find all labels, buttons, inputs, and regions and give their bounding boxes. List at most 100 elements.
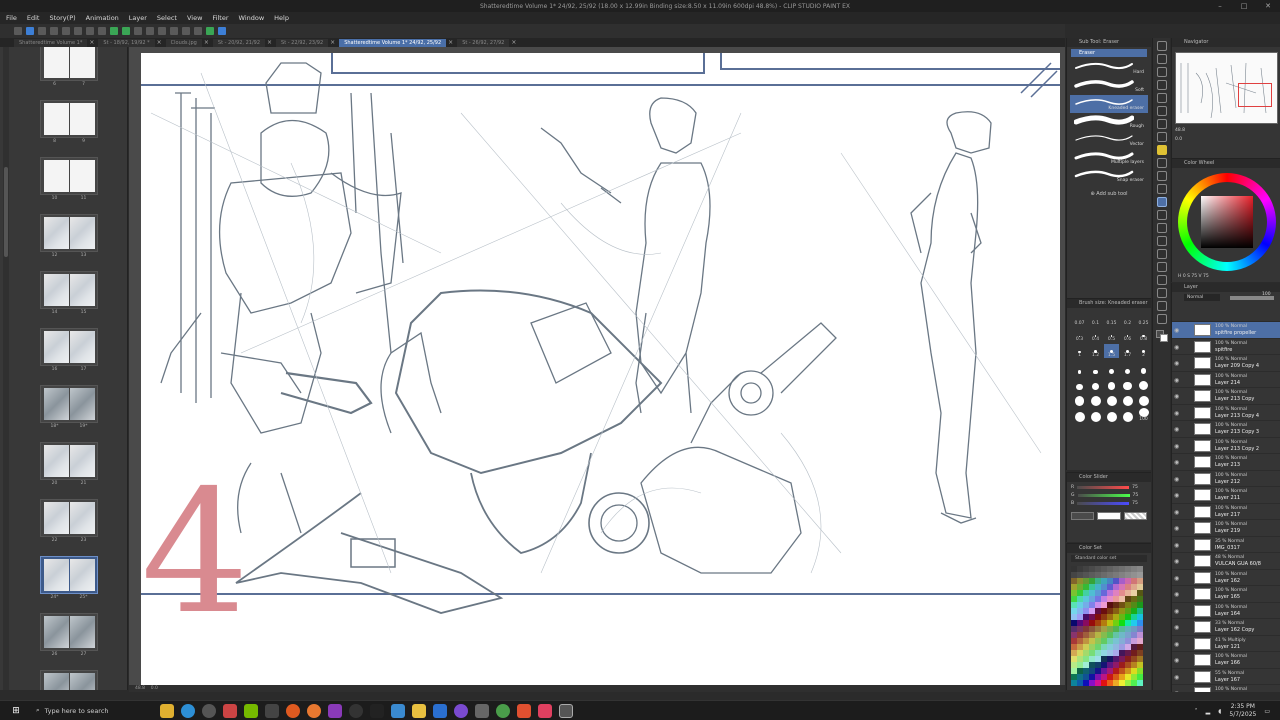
document-tab[interactable]: Clouds.jpg: [165, 38, 202, 47]
color-set-dropdown[interactable]: Standard color set: [1071, 555, 1147, 562]
layer-row[interactable]: ◉ 100 % Normal Layer 209 Copy 4: [1172, 355, 1280, 372]
eye-icon[interactable]: ◉: [1174, 377, 1179, 384]
eye-icon[interactable]: ◉: [1174, 492, 1179, 499]
brave-icon[interactable]: [517, 703, 531, 718]
brush-size-option[interactable]: [1120, 360, 1135, 374]
brush-size-option[interactable]: 100: [1136, 408, 1151, 422]
widgets-icon[interactable]: [160, 703, 174, 718]
eye-icon[interactable]: ◉: [1174, 558, 1179, 565]
eraser-tool-icon[interactable]: [1156, 197, 1167, 207]
airbrush-tool-icon[interactable]: [1156, 171, 1167, 181]
maximize-icon[interactable]: □: [1232, 0, 1256, 12]
page-thumbnail[interactable]: 10 11: [40, 157, 98, 201]
eye-icon[interactable]: ◉: [1174, 542, 1179, 549]
layer-row[interactable]: ◉100 % NormalLayer 168: [1172, 685, 1280, 692]
layer-row[interactable]: ◉ 100 % Normal Layer 214: [1172, 372, 1280, 388]
firefox-icon[interactable]: [307, 703, 321, 718]
layer-row[interactable]: ◉ 100 % Normal Layer 211: [1172, 487, 1280, 504]
brush-size-option[interactable]: 0.3: [1072, 328, 1087, 342]
document-tab[interactable]: St - 18/92, 19/92 *: [98, 38, 155, 47]
brush-size-option[interactable]: [1088, 376, 1103, 390]
eye-icon[interactable]: ◉: [1174, 393, 1179, 400]
slider-track[interactable]: [1077, 494, 1130, 497]
menu-item-window[interactable]: Window: [239, 14, 265, 22]
edge-icon[interactable]: [181, 703, 195, 718]
slider-track[interactable]: [1077, 502, 1130, 505]
explorer-icon[interactable]: [412, 703, 426, 718]
nvidia-icon[interactable]: [244, 703, 258, 718]
music-icon[interactable]: [538, 703, 552, 718]
layer-row[interactable]: ◉ 41 % Multiply Layer 121: [1172, 636, 1280, 652]
color-icon[interactable]: [110, 27, 118, 35]
app-icon[interactable]: [223, 703, 237, 718]
menu-item-animation[interactable]: Animation: [86, 14, 119, 22]
correct-line-tool-icon[interactable]: [1156, 314, 1167, 324]
pencil-tool-icon[interactable]: [1156, 145, 1167, 155]
ruler-tool-icon[interactable]: [1156, 275, 1167, 285]
subtool-hard[interactable]: Hard: [1070, 59, 1148, 77]
page-thumbnail[interactable]: 14 15: [40, 271, 98, 315]
app-icon-6[interactable]: [454, 703, 468, 718]
color-palette[interactable]: [1071, 566, 1147, 686]
brush-tool-icon[interactable]: [1156, 158, 1167, 168]
lasso-tool-icon[interactable]: [1156, 93, 1167, 103]
minimize-icon[interactable]: –: [1208, 0, 1232, 12]
onenote-icon[interactable]: [328, 703, 342, 718]
layer-row[interactable]: ◉ 100 % Normal Layer 162: [1172, 570, 1280, 586]
menu-item-layer[interactable]: Layer: [129, 14, 147, 22]
taskbar-search[interactable]: ⌕ Type here to search: [30, 703, 140, 719]
palette-swatch[interactable]: [1137, 680, 1143, 686]
windows-start-icon[interactable]: ⊞: [6, 706, 26, 716]
eye-icon[interactable]: ◉: [1174, 591, 1179, 598]
gradient-tool-icon[interactable]: [1156, 236, 1167, 246]
main-sub-color-icon[interactable]: [1155, 330, 1168, 342]
document-tab[interactable]: Shatteredtime Volume 1* 24/92, 25/92: [339, 38, 447, 47]
document-tab[interactable]: St - 26/92, 27/92: [457, 38, 510, 47]
brush-size-option[interactable]: 0.1: [1088, 312, 1103, 326]
auto-select-tool-icon[interactable]: [1156, 106, 1167, 116]
eye-icon[interactable]: ◉: [1174, 641, 1179, 648]
eye-icon[interactable]: ◉: [1174, 608, 1179, 615]
menu-item-file[interactable]: File: [6, 14, 17, 22]
brush-size-option[interactable]: 0.15: [1104, 312, 1119, 326]
subtool-multiple-layers[interactable]: Multiple layers: [1070, 149, 1148, 167]
navigator-viewport-box[interactable]: [1238, 83, 1272, 107]
brush-size-option[interactable]: 0.8: [1136, 328, 1151, 342]
tab-close-icon[interactable]: ×: [204, 39, 209, 46]
brush-size-option[interactable]: [1104, 408, 1119, 422]
app-icon-2[interactable]: [265, 703, 279, 718]
brush-size-option[interactable]: [1072, 376, 1087, 390]
layer-row[interactable]: ◉ 100 % Normal Layer 213: [1172, 454, 1280, 471]
eye-icon[interactable]: ◉: [1174, 426, 1179, 433]
brush-size-option[interactable]: [1072, 408, 1087, 422]
tab-close-icon[interactable]: ×: [157, 39, 162, 46]
undo-icon[interactable]: [74, 27, 82, 35]
page-thumbnail[interactable]: [40, 670, 98, 690]
brush-size-option[interactable]: [1120, 376, 1135, 390]
brush-size-option[interactable]: 1.7: [1120, 344, 1135, 358]
slider-track[interactable]: [1077, 486, 1130, 489]
notifications-icon[interactable]: ▭: [1264, 708, 1270, 715]
page-thumbnail[interactable]: 12 13: [40, 214, 98, 258]
saturation-value-square[interactable]: [1201, 196, 1253, 248]
layer-row[interactable]: ◉ 100 % Normal spitfire propeller: [1172, 322, 1280, 339]
add-subtool-button[interactable]: ⊕ Add sub tool: [1067, 191, 1151, 197]
brush-size-option[interactable]: [1104, 392, 1119, 406]
menu-item-help[interactable]: Help: [274, 14, 289, 22]
app-icon-4[interactable]: [349, 703, 363, 718]
layer-row[interactable]: ◉ 100 % Normal Layer 213 Copy 4: [1172, 405, 1280, 421]
brush-size-option[interactable]: [1120, 392, 1135, 406]
tab-close-icon[interactable]: ×: [330, 39, 335, 46]
move-layer-tool-icon[interactable]: [1156, 80, 1167, 90]
page-scrollbar[interactable]: [3, 47, 9, 690]
canvas-area[interactable]: 4: [129, 47, 1065, 685]
eye-icon[interactable]: ◉: [1174, 690, 1179, 692]
eye-icon[interactable]: ◉: [1174, 443, 1179, 450]
ruler-icon[interactable]: [194, 27, 202, 35]
subtool-snap-eraser[interactable]: Snap eraser: [1070, 167, 1148, 185]
layer-row[interactable]: ◉ 100 % Normal Layer 165: [1172, 586, 1280, 603]
page-thumbnail[interactable]: 18* 19*: [40, 385, 98, 429]
layer-row[interactable]: ◉ 100 % Normal Layer 213 Copy: [1172, 388, 1280, 405]
menu-item-view[interactable]: View: [187, 14, 202, 22]
document-tab[interactable]: St - 20/92, 21/92: [212, 38, 266, 47]
